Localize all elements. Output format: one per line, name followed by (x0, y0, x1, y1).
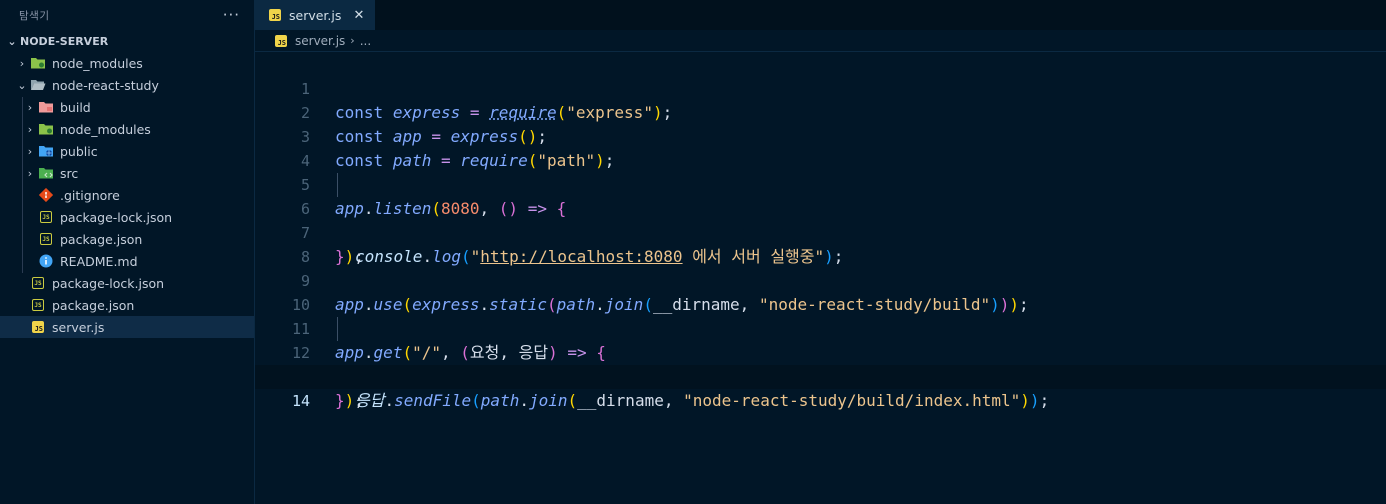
code-line[interactable]: 6 console.log("http://localhost:8080 에서 … (255, 173, 1386, 266)
code-editor[interactable]: 1 const express = require("express"); 2 … (255, 53, 1386, 410)
chevron-right-icon: › (27, 122, 33, 136)
git-icon (38, 187, 54, 203)
close-icon[interactable]: ✕ (351, 7, 367, 23)
indent-guide (337, 317, 338, 341)
tree-item-package-lock-json-nested[interactable]: JS package-lock.json (0, 206, 254, 228)
tree-item-label: .gitignore (60, 187, 120, 203)
tree-item-label: package.json (52, 297, 135, 313)
workspace-section-header[interactable]: ⌄ NODE-SERVER (0, 30, 254, 52)
json-file-icon: JS (30, 297, 46, 313)
tab-label: server.js (289, 7, 342, 23)
tree-item-label: package-lock.json (52, 275, 165, 291)
tab-server-js[interactable]: JS server.js ✕ (255, 0, 375, 30)
code-line[interactable]: 3 const path = require("path"); (255, 101, 1386, 170)
javascript-file-icon: JS (267, 7, 283, 23)
tree-item-label: node_modules (60, 121, 151, 137)
code-line[interactable]: 5 app.listen(8080, () => { (255, 149, 1386, 218)
chevron-right-icon: › (27, 100, 33, 114)
tree-item-label: src (60, 165, 79, 181)
editor-area: JS server.js ✕ JS server.js › ... 1 cons… (255, 0, 1386, 504)
json-file-icon: JS (38, 209, 54, 225)
tree-item-label: build (60, 99, 91, 115)
indent-guide (337, 173, 338, 197)
tree-item-label: README.md (60, 253, 138, 269)
breadcrumb: JS server.js › ... (255, 30, 1386, 52)
chevron-right-icon: › (27, 166, 33, 180)
explorer-header: 탐색기 ··· (0, 0, 254, 30)
tree-item-label: package.json (60, 231, 143, 247)
tab-bar: JS server.js ✕ (255, 0, 1386, 30)
open-folder-icon (30, 77, 46, 93)
tree-item-node-react-study[interactable]: ⌄ node-react-study (0, 74, 254, 96)
vscode-window: 탐색기 ··· ⌄ NODE-SERVER › node_modules ⌄ n… (0, 0, 1386, 504)
code-line[interactable]: 2 const app = express(); (255, 77, 1386, 146)
tree-item-server-js[interactable]: JS server.js (0, 316, 254, 338)
code-line[interactable]: 8 (255, 221, 1386, 266)
breadcrumb-symbols[interactable]: ... (360, 34, 371, 48)
code-line[interactable]: 13 }); (255, 341, 1386, 410)
breadcrumb-file[interactable]: server.js (295, 34, 345, 48)
code-line[interactable]: 1 const express = require("express"); (255, 53, 1386, 122)
code-line[interactable]: 12 응답.sendFile(path.join(__dirname, "nod… (255, 317, 1386, 410)
code-line[interactable]: 10 (255, 269, 1386, 314)
breadcrumb-separator: › (350, 34, 355, 47)
explorer-sidebar: 탐색기 ··· ⌄ NODE-SERVER › node_modules ⌄ n… (0, 0, 255, 504)
node-folder-icon (30, 55, 46, 71)
tree-item-node-modules[interactable]: › node_modules (0, 52, 254, 74)
chevron-down-icon: ⌄ (17, 78, 27, 92)
tree-item-label: package-lock.json (60, 209, 173, 225)
tree-item-label: node_modules (52, 55, 143, 71)
line-number: 14 (291, 392, 310, 410)
node-folder-icon (38, 121, 54, 137)
tree-item-node-modules-nested[interactable]: › node_modules (0, 118, 254, 140)
globe-folder-icon (38, 143, 54, 159)
workspace-name: NODE-SERVER (20, 34, 109, 48)
chevron-right-icon: › (27, 144, 33, 158)
chevron-down-icon: ⌄ (7, 34, 17, 48)
tree-item-build[interactable]: › build (0, 96, 254, 118)
more-actions-icon[interactable]: ··· (223, 6, 240, 24)
tree-item-package-lock-json[interactable]: JS package-lock.json (0, 272, 254, 294)
tree-item-label: public (60, 143, 98, 159)
code-line[interactable]: 11 app.get("/", (요청, 응답) => { (255, 293, 1386, 362)
code-line[interactable]: 4 (255, 125, 1386, 170)
line-content: }); (335, 391, 364, 410)
info-icon (38, 253, 54, 269)
tree-item-package-json-nested[interactable]: JS package.json (0, 228, 254, 250)
chevron-right-icon: › (19, 56, 25, 70)
tree-item-src[interactable]: › src (0, 162, 254, 184)
tree-item-gitignore[interactable]: .gitignore (0, 184, 254, 206)
json-file-icon: JS (38, 231, 54, 247)
code-line[interactable]: 9 app.use(express.static(path.join(__dir… (255, 245, 1386, 314)
code-line-current[interactable]: 14 (255, 365, 1386, 410)
code-line[interactable]: 7 }); (255, 197, 1386, 266)
javascript-file-icon: JS (273, 33, 289, 49)
explorer-title: 탐색기 (19, 9, 50, 22)
build-folder-icon (38, 99, 54, 115)
src-folder-icon (38, 165, 54, 181)
tree-item-label: server.js (52, 319, 105, 335)
tree-item-label: node-react-study (52, 77, 159, 93)
javascript-file-icon: JS (30, 319, 46, 335)
json-file-icon: JS (30, 275, 46, 291)
tree-item-public[interactable]: › public (0, 140, 254, 162)
tree-item-package-json[interactable]: JS package.json (0, 294, 254, 316)
tree-item-readme[interactable]: README.md (0, 250, 254, 272)
line-content: 응답.sendFile(path.join(__dirname, "node-r… (355, 391, 1050, 410)
